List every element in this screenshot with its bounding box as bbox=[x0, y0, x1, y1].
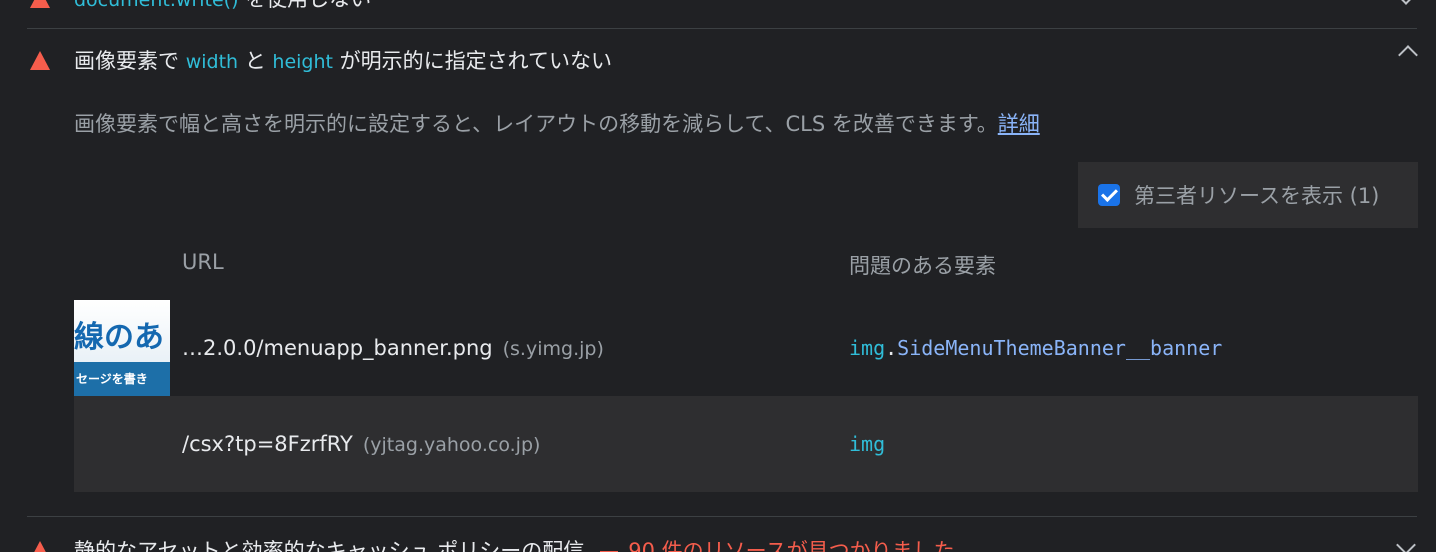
thumbnail-image: 線のあ セージを書き bbox=[74, 300, 170, 396]
third-party-label: 第三者リソースを表示 (1) bbox=[1134, 184, 1380, 208]
audit-title: 静的なアセットと効率的なキャッシュ ポリシーの配信 90 件のリソースが見つかりま… bbox=[74, 535, 955, 552]
audit-display-value: 90 件のリソースが見つかりました bbox=[628, 539, 955, 552]
url-cell[interactable]: /csx?tp=8FzrfRY (yjtag.yahoo.co.jp) bbox=[182, 432, 540, 456]
audit-description: 画像要素で幅と高さを明示的に設定すると、レイアウトの移動を減らして、CLS を改… bbox=[74, 112, 1040, 136]
learn-more-link[interactable]: 詳細 bbox=[998, 112, 1040, 136]
audit-cache-policy[interactable]: 静的なアセットと効率的なキャッシュ ポリシーの配信 90 件のリソースが見つかりま… bbox=[27, 530, 1417, 552]
warning-triangle-icon bbox=[30, 50, 50, 70]
element-selector[interactable]: img bbox=[849, 432, 885, 456]
chevron-down-icon[interactable] bbox=[1396, 0, 1416, 5]
table-row: 線のあ セージを書き …2.0.0/menuapp_banner.png (s.y… bbox=[74, 300, 1418, 396]
code-width: width bbox=[185, 51, 239, 73]
audit-document-write[interactable]: document.write() を使用しない bbox=[27, 0, 1417, 18]
thumbnail-text: 線のあ bbox=[74, 320, 164, 355]
chevron-up-icon[interactable] bbox=[1398, 45, 1418, 65]
divider bbox=[27, 28, 1417, 29]
url-host: (yjtag.yahoo.co.jp) bbox=[362, 434, 541, 456]
table-row: /csx?tp=8FzrfRY (yjtag.yahoo.co.jp) img bbox=[74, 396, 1418, 492]
code-document-write: document.write() bbox=[74, 0, 239, 11]
audit-title: 画像要素で width と height が明示的に指定されていない bbox=[74, 49, 613, 73]
third-party-filter[interactable]: 第三者リソースを表示 (1) bbox=[1078, 162, 1418, 228]
thumbnail-subtext: セージを書き bbox=[76, 372, 148, 386]
url-text[interactable]: …2.0.0/menuapp_banner.png bbox=[182, 336, 493, 360]
element-selector[interactable]: img.SideMenuThemeBanner__banner bbox=[849, 336, 1222, 360]
column-header-element: 問題のある要素 bbox=[849, 254, 996, 278]
warning-triangle-icon bbox=[30, 540, 50, 552]
warning-triangle-icon bbox=[30, 0, 50, 8]
url-cell[interactable]: …2.0.0/menuapp_banner.png (s.yimg.jp) bbox=[182, 336, 604, 360]
lighthouse-report: document.write() を使用しない 画像要素で width と he… bbox=[0, 0, 1436, 552]
audit-unsized-images[interactable]: 画像要素で width と height が明示的に指定されていない bbox=[27, 40, 1418, 80]
divider bbox=[27, 516, 1417, 517]
code-height: height bbox=[272, 51, 333, 73]
url-host: (s.yimg.jp) bbox=[502, 338, 604, 360]
third-party-checkbox[interactable] bbox=[1098, 184, 1120, 206]
audit-title: document.write() を使用しない bbox=[74, 0, 371, 13]
column-header-url: URL bbox=[182, 250, 224, 274]
url-text[interactable]: /csx?tp=8FzrfRY bbox=[182, 432, 353, 456]
chevron-down-icon[interactable] bbox=[1396, 535, 1416, 552]
